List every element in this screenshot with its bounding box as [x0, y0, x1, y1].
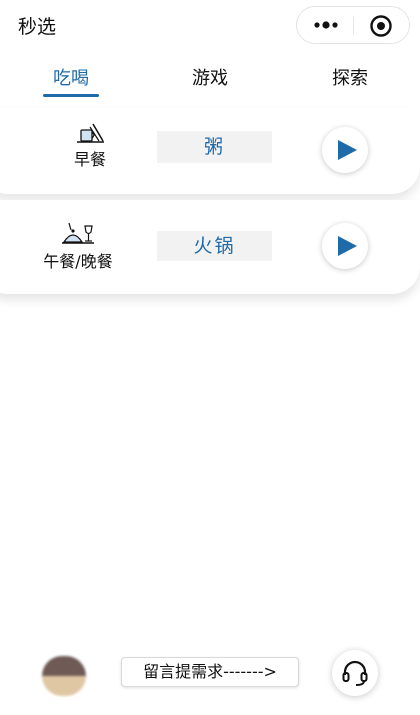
top-bar: 秒选 [0, 0, 420, 52]
meal-card-breakfast: 早餐 粥 [0, 108, 420, 194]
meal-label: 早餐 [73, 150, 106, 169]
category-tabs: 吃喝 游戏 探索 [0, 56, 420, 100]
app-title: 秒选 [18, 16, 57, 38]
tab-games[interactable]: 游戏 [170, 64, 250, 90]
meal-label: 午餐/晚餐 [43, 252, 113, 271]
meal-card-lunch-dinner: 午餐/晚餐 火锅 [0, 200, 420, 294]
target-close-icon[interactable] [369, 14, 393, 38]
lunch-dinner-icon [62, 222, 94, 244]
breakfast-icon [77, 123, 104, 143]
play-button[interactable] [322, 127, 368, 173]
food-result: 粥 [157, 131, 272, 163]
play-icon [338, 140, 357, 160]
tab-eat-drink[interactable]: 吃喝 [31, 64, 111, 90]
capsule-divider [353, 17, 354, 35]
meal-lunch-dinner: 午餐/晚餐 [28, 220, 128, 272]
headset-icon [342, 660, 368, 686]
play-icon [338, 236, 357, 256]
more-dots-icon[interactable] [311, 18, 341, 32]
tab-explore[interactable]: 探索 [310, 64, 390, 90]
meal-breakfast: 早餐 [50, 122, 130, 170]
customer-support-button[interactable] [332, 650, 378, 696]
play-button[interactable] [322, 223, 368, 269]
feedback-button[interactable]: 留言提需求-------> [121, 657, 299, 687]
active-tab-indicator [43, 94, 99, 97]
mini-program-capsule [296, 6, 410, 44]
avatar[interactable] [42, 656, 86, 696]
food-result: 火锅 [157, 231, 272, 261]
